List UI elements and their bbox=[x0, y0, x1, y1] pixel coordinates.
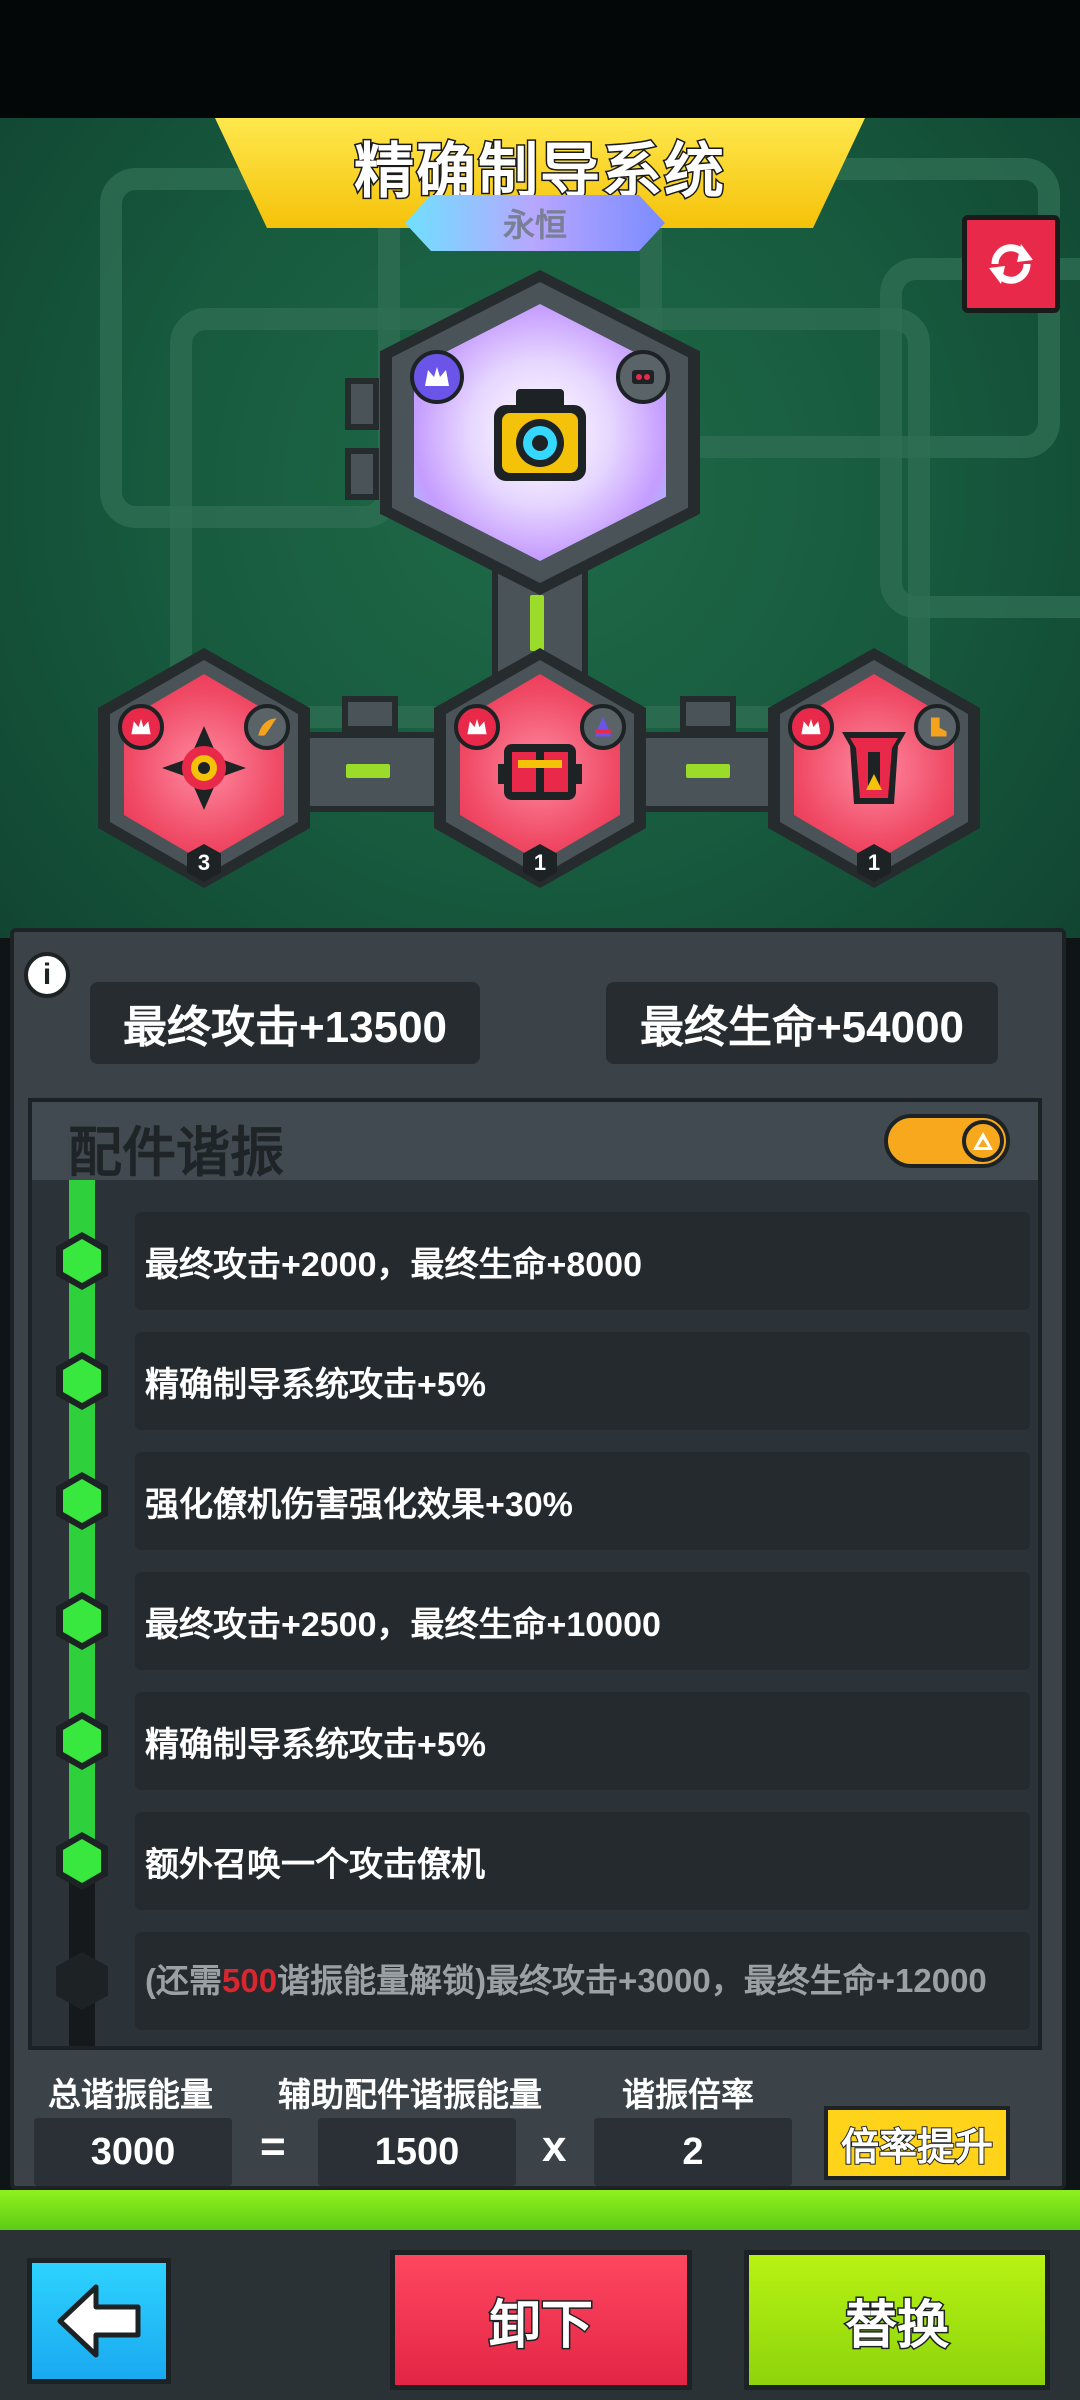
rank-crown-icon bbox=[454, 704, 500, 750]
connector-led bbox=[530, 595, 544, 651]
rate-label: 谐振倍率 bbox=[622, 2076, 754, 2113]
horn-icon bbox=[244, 704, 290, 750]
status-bar bbox=[0, 0, 1080, 118]
part-icon-spinner bbox=[162, 726, 246, 810]
part-icon-turret bbox=[498, 744, 582, 800]
resonance-row: 最终攻击+2000，最终生命+8000 bbox=[135, 1212, 1030, 1310]
boot-icon bbox=[914, 704, 960, 750]
aux-energy-value: 1500 bbox=[318, 2118, 516, 2186]
divider-strip bbox=[0, 2190, 1080, 2230]
rank-crown-icon bbox=[118, 704, 164, 750]
resonance-toggle[interactable] bbox=[884, 1114, 1010, 1168]
top-port bbox=[342, 696, 398, 732]
resonance-row: 最终攻击+2500，最终生命+10000 bbox=[135, 1572, 1030, 1670]
resonance-row: 额外召唤一个攻击僚机 bbox=[135, 1812, 1030, 1910]
toggle-knob bbox=[962, 1120, 1004, 1162]
aux-energy-label: 辅助配件谐振能量 bbox=[278, 2076, 542, 2113]
final-health-stat: 最终生命+54000 bbox=[606, 982, 998, 1064]
rank-crown-icon bbox=[410, 350, 464, 404]
final-attack-stat: 最终攻击+13500 bbox=[90, 982, 480, 1064]
replace-button[interactable]: 替换 bbox=[744, 2250, 1050, 2390]
info-icon[interactable]: i bbox=[24, 952, 70, 998]
part-slot-1[interactable]: 3 bbox=[98, 648, 310, 888]
unequip-button[interactable]: 卸下 bbox=[390, 2250, 692, 2390]
triangle-icon bbox=[973, 1132, 993, 1150]
rank-crown-icon bbox=[788, 704, 834, 750]
refresh-button[interactable] bbox=[962, 215, 1060, 313]
part-icon-armor bbox=[842, 732, 906, 804]
side-port bbox=[345, 378, 379, 430]
connector-led bbox=[686, 764, 730, 778]
back-button[interactable] bbox=[27, 2258, 171, 2384]
multiply-sign: x bbox=[542, 2122, 567, 2171]
connector-led bbox=[346, 764, 390, 778]
main-module-slot[interactable] bbox=[380, 270, 700, 595]
boost-rate-button[interactable]: 倍率提升 bbox=[824, 2106, 1010, 2180]
resonance-title: 配件谐振 bbox=[68, 1123, 284, 1183]
rarity-badge: 永恒 bbox=[405, 195, 665, 251]
rate-value: 2 bbox=[594, 2118, 792, 2186]
resonance-row: 精确制导系统攻击+5% bbox=[135, 1332, 1030, 1430]
part-slot-2[interactable]: 1 bbox=[434, 648, 646, 888]
part-slot-3[interactable]: 1 bbox=[768, 648, 980, 888]
locked-prefix: (还需 bbox=[145, 1962, 222, 1999]
socket-icon bbox=[616, 350, 670, 404]
locked-suffix: 谐振能量解锁)最终攻击+3000，最终生命+12000 bbox=[277, 1962, 987, 1999]
guidance-module-icon bbox=[494, 389, 586, 481]
cone-icon bbox=[580, 704, 626, 750]
side-port bbox=[345, 448, 379, 500]
top-port bbox=[680, 696, 736, 732]
back-arrow-icon bbox=[57, 2284, 141, 2358]
equals-sign: = bbox=[260, 2122, 286, 2171]
locked-amount: 500 bbox=[222, 1962, 278, 1999]
total-energy-value: 3000 bbox=[34, 2118, 232, 2186]
resonance-row: 精确制导系统攻击+5% bbox=[135, 1692, 1030, 1790]
refresh-icon bbox=[989, 244, 1033, 284]
resonance-row-locked: (还需500谐振能量解锁)最终攻击+3000，最终生命+12000 bbox=[135, 1932, 1030, 2030]
resonance-row: 强化僚机伤害强化效果+30% bbox=[135, 1452, 1030, 1550]
total-energy-label: 总谐振能量 bbox=[48, 2076, 213, 2113]
